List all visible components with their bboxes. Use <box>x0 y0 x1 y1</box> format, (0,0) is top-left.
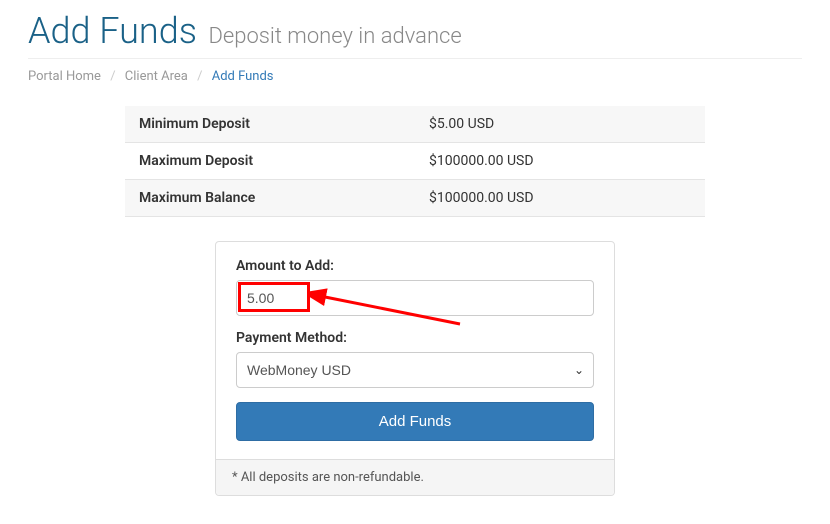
max-deposit-value: $100000.00 USD <box>415 143 705 180</box>
amount-group: Amount to Add: <box>236 258 594 316</box>
panel-body: Amount to Add: Payment Method: WebMoney … <box>216 242 614 459</box>
page-title: Add Funds <box>28 10 197 52</box>
breadcrumb: Portal Home / Client Area / Add Funds <box>28 69 802 84</box>
min-deposit-label: Minimum Deposit <box>125 106 415 143</box>
max-balance-value: $100000.00 USD <box>415 180 705 217</box>
amount-label: Amount to Add: <box>236 258 594 274</box>
method-label: Payment Method: <box>236 330 594 346</box>
page-subtitle: Deposit money in advance <box>208 24 461 49</box>
add-funds-panel: Amount to Add: Payment Method: WebMoney … <box>215 241 615 496</box>
breadcrumb-client-area[interactable]: Client Area <box>125 69 188 84</box>
table-row: Maximum Balance $100000.00 USD <box>125 180 705 217</box>
add-funds-button[interactable]: Add Funds <box>236 402 594 441</box>
amount-input[interactable] <box>236 280 594 316</box>
table-row: Minimum Deposit $5.00 USD <box>125 106 705 143</box>
payment-method-select[interactable]: WebMoney USD <box>236 352 594 388</box>
table-row: Maximum Deposit $100000.00 USD <box>125 143 705 180</box>
max-balance-label: Maximum Balance <box>125 180 415 217</box>
min-deposit-value: $5.00 USD <box>415 106 705 143</box>
breadcrumb-current: Add Funds <box>212 69 274 84</box>
breadcrumb-home[interactable]: Portal Home <box>28 69 101 84</box>
panel-footer-note: * All deposits are non-refundable. <box>216 459 614 495</box>
breadcrumb-separator: / <box>197 69 202 84</box>
limits-table: Minimum Deposit $5.00 USD Maximum Deposi… <box>125 106 705 217</box>
max-deposit-label: Maximum Deposit <box>125 143 415 180</box>
page-header: Add Funds Deposit money in advance <box>28 10 802 59</box>
method-group: Payment Method: WebMoney USD ⌄ <box>236 330 594 388</box>
breadcrumb-separator: / <box>110 69 115 84</box>
